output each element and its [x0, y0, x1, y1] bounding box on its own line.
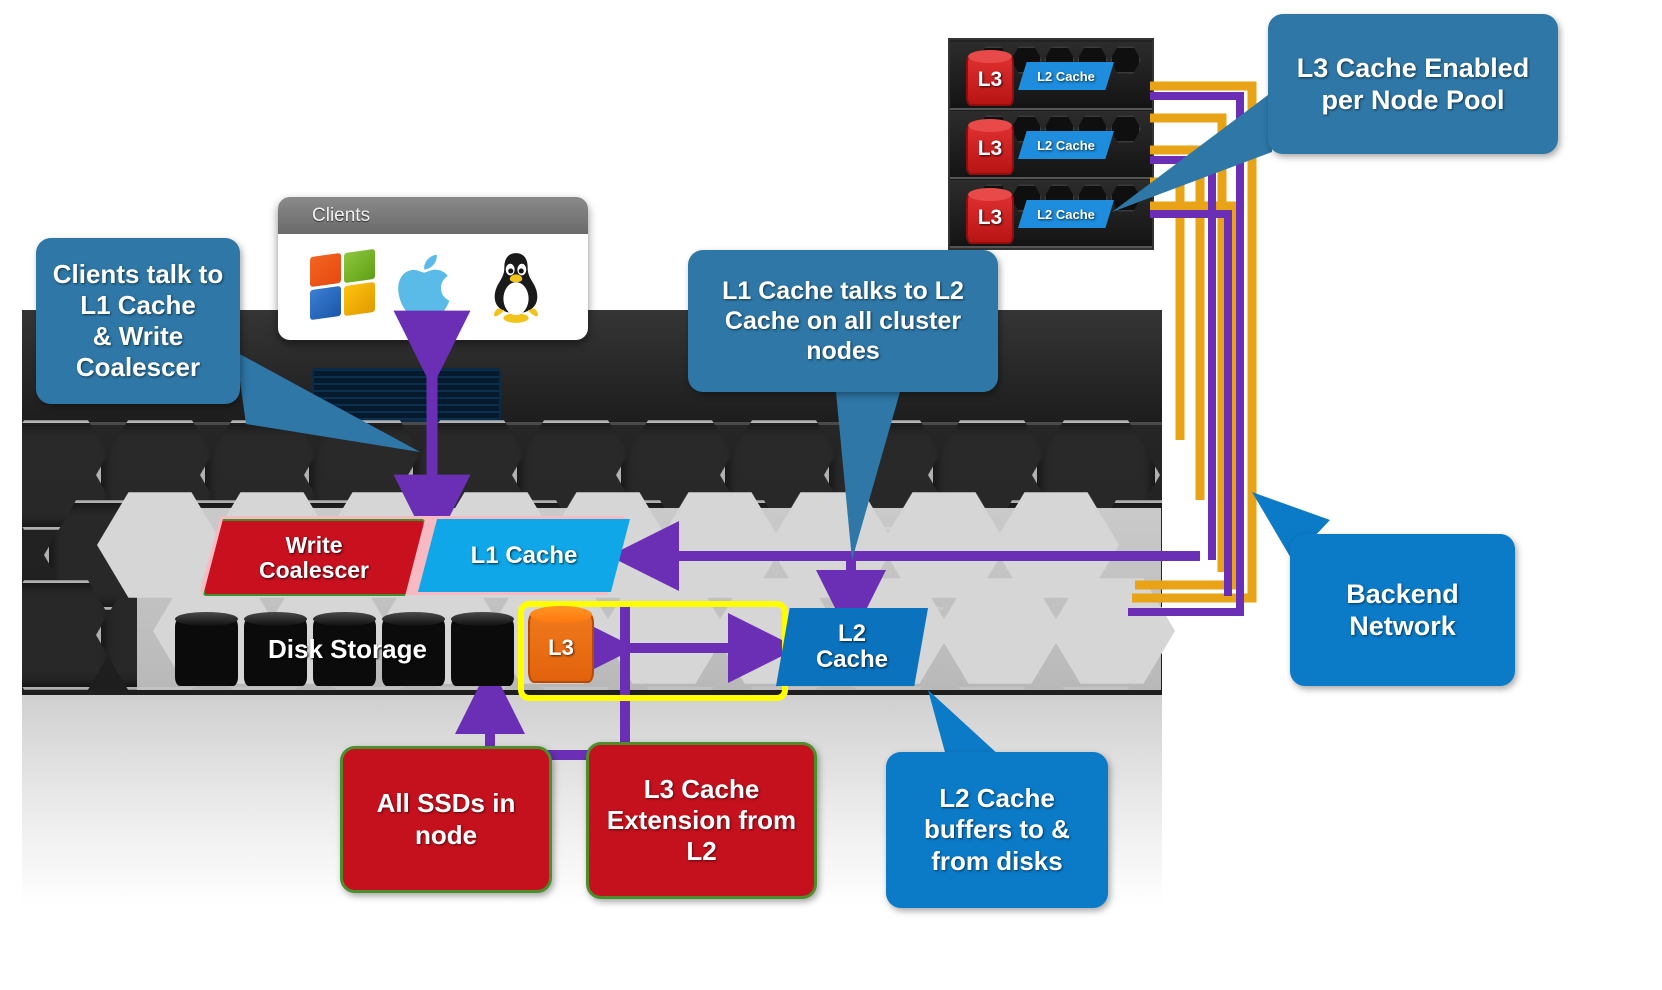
l3-cache-cylinder: L3: [528, 612, 594, 683]
callout-line: L3 Cache: [643, 773, 760, 804]
callout-line: nodes: [806, 337, 880, 365]
all-ssds-callout-text: All SSDs in node: [377, 788, 516, 850]
l3-node-pool-callout[interactable]: L3 Cache Enabled per Node Pool: [1268, 14, 1558, 154]
all-ssds-callout[interactable]: All SSDs in node: [340, 746, 552, 893]
callout-line: Extension from: [606, 804, 797, 835]
callout-line: L2: [686, 836, 717, 867]
node-hex-vent: [1110, 115, 1141, 143]
l3-node-pool-callout-text: L3 Cache Enabled per Node Pool: [1297, 52, 1530, 117]
diagram-canvas: DELL Clients: [0, 0, 1662, 990]
node-pool-rack: L3 L2 Cache L3 L2 Cache L3 L2 Cache: [948, 38, 1154, 250]
node-hex-vent: [1110, 46, 1141, 74]
clients-logo-row: [278, 234, 588, 340]
callout-line: L3 Cache Enabled: [1296, 52, 1530, 83]
clients-panel-title: Clients: [278, 197, 588, 234]
node-pool-l3-cylinder: L3: [966, 188, 1014, 244]
callout-line: Coalescer: [75, 352, 201, 383]
write-coalescer-block: Write Coalescer: [203, 519, 425, 596]
callout-line: Clients talk to: [52, 258, 224, 289]
backend-network-callout-text: Backend Network: [1346, 578, 1459, 643]
node-pool-node: L3 L2 Cache: [950, 111, 1152, 179]
node-pool-l3-cylinder: L3: [966, 50, 1014, 106]
callout-line: buffers to &: [924, 814, 1070, 845]
l2-cache-label: L2 Cache: [815, 620, 889, 673]
callout-line: L1 Cache talks to L2: [722, 277, 964, 305]
callout-line: from disks: [931, 845, 1063, 876]
l2-buffers-callout[interactable]: L2 Cache buffers to & from disks: [886, 752, 1108, 908]
l1-cache-block: L1 Cache: [418, 519, 630, 592]
clients-callout-text: Clients talk to L1 Cache & Write Coalescer: [53, 259, 223, 384]
clients-panel: Clients: [278, 197, 588, 340]
node-pool-node: L3 L2 Cache: [950, 42, 1152, 110]
callout-line: Network: [1349, 611, 1456, 641]
node-pool-node: L3 L2 Cache: [950, 180, 1152, 248]
l3-extension-callout-text: L3 Cache Extension from L2: [607, 774, 796, 868]
callout-line: & Write: [92, 321, 184, 351]
callout-line: node: [414, 819, 478, 850]
write-coalescer-label: Write Coalescer: [259, 531, 369, 583]
linux-tux-logo-icon: [485, 250, 559, 324]
callout-line: L1 Cache: [80, 289, 196, 320]
windows-logo-icon: [307, 248, 381, 324]
node-pool-l2-cache-block: L2 Cache: [1018, 131, 1114, 159]
backend-network-callout[interactable]: Backend Network: [1290, 534, 1515, 686]
callout-line: Backend: [1346, 578, 1459, 609]
node-hex-vent: [1110, 184, 1141, 212]
callout-line: All SSDs in: [376, 788, 516, 819]
apple-logo-icon: [396, 250, 470, 324]
node-pool-l3-cylinder: L3: [966, 119, 1014, 175]
l1-to-l2-callout[interactable]: L1 Cache talks to L2 Cache on all cluster…: [688, 250, 998, 392]
node-pool-l2-cache-block: L2 Cache: [1018, 62, 1114, 90]
callout-line: per Node Pool: [1321, 85, 1505, 115]
l2-buffers-callout-text: L2 Cache buffers to & from disks: [924, 783, 1070, 877]
clients-callout[interactable]: Clients talk to L1 Cache & Write Coalescer: [36, 238, 240, 404]
l1-to-l2-callout-text: L1 Cache talks to L2 Cache on all cluster…: [722, 276, 964, 366]
l2-cache-block: L2 Cache: [776, 608, 928, 686]
callout-line: L2 Cache: [939, 783, 1055, 814]
node-pool-l2-cache-block: L2 Cache: [1018, 200, 1114, 228]
callout-line: Cache on all cluster: [724, 307, 962, 335]
disk-storage-label: Disk Storage: [268, 634, 427, 664]
l3-extension-callout[interactable]: L3 Cache Extension from L2: [586, 742, 817, 899]
